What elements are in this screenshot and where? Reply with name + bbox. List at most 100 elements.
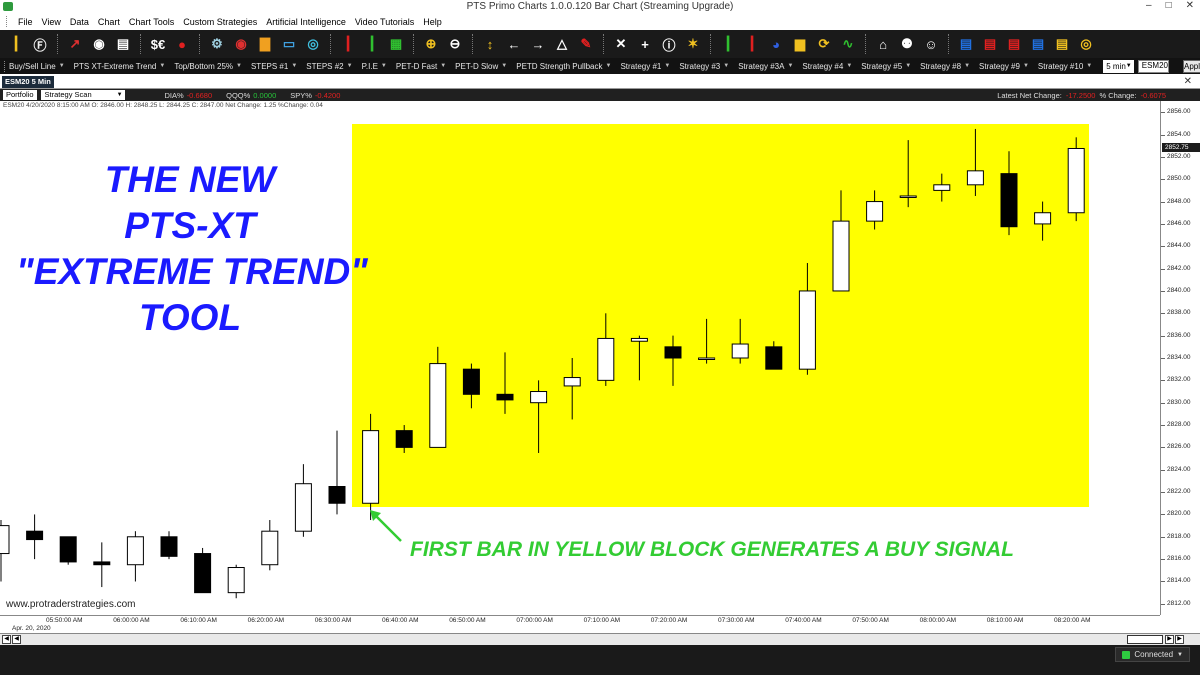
strategy-item-strategy-9[interactable]: Strategy #9 ▼: [979, 62, 1029, 71]
candle[interactable]: [227, 564, 245, 599]
chart-tab[interactable]: ESM20 5 Min: [2, 76, 54, 88]
menu-video-tutorials[interactable]: Video Tutorials: [355, 17, 414, 27]
grid-icon[interactable]: ▦: [386, 34, 406, 54]
bar-chart-icon[interactable]: ┃: [6, 34, 26, 54]
menu-custom-strategies[interactable]: Custom Strategies: [183, 17, 257, 27]
book-5-icon[interactable]: ▤: [1052, 34, 1072, 54]
candle-red-icon[interactable]: ┃: [338, 34, 358, 54]
strategy-item-pts-xt-extreme-trend[interactable]: PTS XT-Extreme Trend ▼: [74, 62, 166, 71]
strategy-item-strategy-4[interactable]: Strategy #4 ▼: [802, 62, 852, 71]
apply-button[interactable]: Apply: [1182, 59, 1200, 73]
f-icon[interactable]: Ⓕ: [30, 34, 50, 54]
candle[interactable]: [563, 358, 581, 420]
candle[interactable]: [1067, 137, 1085, 222]
candles-mixed-icon[interactable]: ┃: [742, 34, 762, 54]
left-arrow-icon[interactable]: ←: [504, 34, 524, 54]
pie-icon[interactable]: ◕: [766, 34, 786, 54]
monitor-icon[interactable]: ▭: [279, 34, 299, 54]
candle[interactable]: [1034, 201, 1052, 241]
robot-icon[interactable]: ⚙: [207, 34, 227, 54]
zoom-in-icon[interactable]: ⊕: [421, 34, 441, 54]
candle[interactable]: [496, 352, 514, 414]
mountain-icon[interactable]: △: [552, 34, 572, 54]
candle[interactable]: [630, 335, 648, 381]
scroll-last-button[interactable]: ▶: [1175, 635, 1184, 644]
candle[interactable]: [698, 318, 716, 364]
chart-bars-icon[interactable]: ▇: [255, 34, 275, 54]
book-4-icon[interactable]: ▤: [1028, 34, 1048, 54]
candle[interactable]: [966, 128, 984, 196]
strategy-item-strategy-8[interactable]: Strategy #8 ▼: [920, 62, 970, 71]
crosshair-icon[interactable]: +: [635, 34, 655, 54]
info-icon[interactable]: ⓘ: [659, 34, 679, 54]
candle[interactable]: [126, 531, 144, 582]
strategy-item-pet-d-fast[interactable]: PET-D Fast ▼: [396, 62, 446, 71]
menu-view[interactable]: View: [42, 17, 61, 27]
book-1-icon[interactable]: ▤: [956, 34, 976, 54]
candle[interactable]: [26, 514, 44, 560]
strategy-item-steps-2[interactable]: STEPS #2 ▼: [306, 62, 352, 71]
candle[interactable]: [731, 318, 749, 364]
candle[interactable]: [294, 464, 312, 537]
strategy-item-p-i-e[interactable]: P.I.E ▼: [362, 62, 387, 71]
price-axis[interactable]: 2852.75 2856.00 2854.00 2852.00 2850.00 2848…: [1160, 101, 1200, 615]
currency-icon[interactable]: $€: [148, 34, 168, 54]
strategy-item-strategy-10[interactable]: Strategy #10 ▼: [1038, 62, 1092, 71]
strategy-item-strategy-3a[interactable]: Strategy #3A ▼: [738, 62, 793, 71]
menu-help[interactable]: Help: [423, 17, 442, 27]
zoom-out-icon[interactable]: ⊖: [445, 34, 465, 54]
portfolio-select[interactable]: Portfolio: [3, 90, 37, 100]
candle[interactable]: [328, 430, 346, 515]
scroll-back-button[interactable]: ◀: [12, 635, 21, 644]
strategy-item-pet-d-slow[interactable]: PET-D Slow ▼: [455, 62, 507, 71]
close-chart-icon[interactable]: ✕: [1184, 76, 1192, 87]
candle[interactable]: [261, 520, 279, 571]
strategy-item-buy-sell-line[interactable]: Buy/Sell Line ▼: [9, 62, 65, 71]
table-icon[interactable]: ▤: [113, 34, 133, 54]
menu-chart[interactable]: Chart: [98, 17, 120, 27]
candle[interactable]: [395, 425, 413, 453]
candle[interactable]: [1000, 151, 1018, 236]
refresh-icon[interactable]: ⟳: [814, 34, 834, 54]
strategy-item-petd-strength-pullback[interactable]: PETD Strength Pullback ▼: [516, 62, 611, 71]
scroll-forward-button[interactable]: ▶: [1165, 635, 1174, 644]
right-arrow-icon[interactable]: →: [528, 34, 548, 54]
candle[interactable]: [462, 363, 480, 409]
candle[interactable]: [899, 140, 917, 208]
stop-icon[interactable]: ●: [172, 34, 192, 54]
candle[interactable]: [664, 335, 682, 386]
menu-artificial-intelligence[interactable]: Artificial Intelligence: [266, 17, 346, 27]
pen-icon[interactable]: ✎: [576, 34, 596, 54]
connection-status[interactable]: Connected ▼: [1115, 647, 1190, 662]
cross-icon[interactable]: ✕: [611, 34, 631, 54]
menu-chart-tools[interactable]: Chart Tools: [129, 17, 174, 27]
candle[interactable]: [93, 542, 111, 588]
strategy-scan-select[interactable]: Strategy Scan ▼: [40, 90, 125, 100]
menu-data[interactable]: Data: [70, 17, 89, 27]
time-axis[interactable]: Apr. 20, 2020 05:50:00 AM 06:00:00 AM 06:1…: [0, 615, 1160, 633]
candle[interactable]: [765, 341, 783, 370]
strategy-item-strategy-5[interactable]: Strategy #5 ▼: [861, 62, 911, 71]
arrows-icon[interactable]: ↗: [65, 34, 85, 54]
user-icon[interactable]: ☺: [921, 34, 941, 54]
book-2-icon[interactable]: ▤: [980, 34, 1000, 54]
home-icon[interactable]: ⌂: [873, 34, 893, 54]
candle[interactable]: [933, 173, 951, 202]
candles-green-icon[interactable]: ┃: [718, 34, 738, 54]
candle[interactable]: [0, 520, 10, 582]
candle[interactable]: [832, 190, 850, 292]
eye-red-icon[interactable]: ◉: [231, 34, 251, 54]
strategy-item-top-bottom-25[interactable]: Top/Bottom 25% ▼: [174, 62, 242, 71]
users-icon[interactable]: ⚉: [897, 34, 917, 54]
candle-green-icon[interactable]: ┃: [362, 34, 382, 54]
scroll-thumb[interactable]: [1127, 635, 1163, 644]
layout-icon[interactable]: ▆: [790, 34, 810, 54]
strategy-item-strategy-3[interactable]: Strategy #3 ▼: [679, 62, 729, 71]
horizontal-scrollbar[interactable]: ◀ ◀ ▶ ▶: [0, 633, 1200, 645]
menu-file[interactable]: File: [18, 17, 33, 27]
candle[interactable]: [59, 536, 77, 565]
scroll-first-button[interactable]: ◀: [2, 635, 11, 644]
candle[interactable]: [597, 313, 615, 386]
candle[interactable]: [160, 531, 178, 560]
eye-icon[interactable]: ◉: [89, 34, 109, 54]
